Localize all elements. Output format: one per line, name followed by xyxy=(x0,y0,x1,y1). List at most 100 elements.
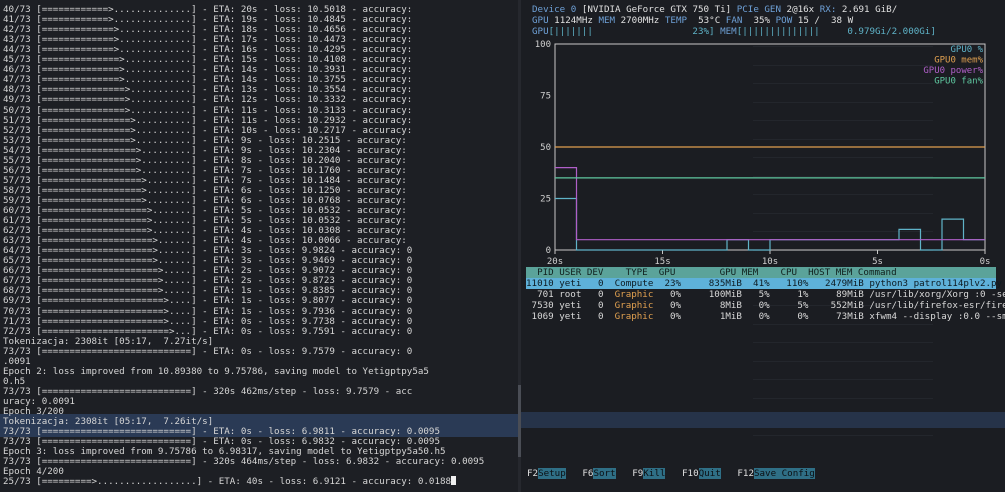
temp-label: TEMP xyxy=(664,15,688,26)
legend-entry: GPU0 mem% xyxy=(934,56,983,66)
process-host-mem: 2479MiB xyxy=(825,278,864,289)
process-command: /usr/lib/xorg/Xorg :0 -seat s xyxy=(869,289,1005,300)
device-name: [NVIDIA GeForce GTX 750 Ti] xyxy=(581,4,732,15)
fkey-sort[interactable]: F6Sort xyxy=(582,468,616,479)
fkey-key: F10 xyxy=(682,468,699,479)
fan-label: FAN xyxy=(725,15,743,26)
fan-value: 35% xyxy=(753,15,771,26)
process-gpu-mem_pct: 41% xyxy=(753,278,770,289)
device-line: Device 0 [NVIDIA GeForce GTX 750 Ti] PCI… xyxy=(532,4,897,15)
process-dev: 0 xyxy=(598,289,604,300)
process-table-header[interactable]: PID USER DEV TYPE GPU GPU MEM CPU HOST M… xyxy=(526,267,996,278)
process-gpu: 0% xyxy=(670,289,682,300)
x-tick-label: 10s xyxy=(762,257,778,266)
process-dev: 0 xyxy=(597,278,604,289)
process-gpu-mem: 8MiB xyxy=(719,300,742,311)
process-cpu: 1% xyxy=(797,289,809,300)
process-gpu-mem_pct: 5% xyxy=(758,289,770,300)
process-user: yeti xyxy=(559,300,582,311)
process-pid: 11010 xyxy=(526,278,554,289)
terminal-line: 73/73 [===========================] - 32… xyxy=(3,456,485,468)
ghost-row xyxy=(753,434,933,436)
terminal-line: 25/73 [=========>..................] - E… xyxy=(3,476,457,487)
fkey-label: Quit xyxy=(698,468,721,479)
fkey-label: Kill xyxy=(643,468,666,479)
fkey-setup[interactable]: F2Setup xyxy=(527,468,566,479)
temp-value: 53°C xyxy=(698,15,721,26)
fkey-label: Save Config xyxy=(753,468,815,479)
fkey-key: F2 xyxy=(527,468,539,479)
process-command: /usr/lib/firefox-esr/firefox- xyxy=(869,300,1005,311)
x-tick-label: 20s xyxy=(547,257,563,266)
rx-label: RX: xyxy=(819,4,837,15)
process-gpu-mem_pct: 0% xyxy=(758,311,770,322)
process-gpu: 0% xyxy=(670,300,682,311)
process-user: yeti xyxy=(559,278,582,289)
stats-line: GPU 1124MHz MEM 2700MHz TEMP 53°C FAN 35… xyxy=(532,15,853,26)
fkey-kill[interactable]: F9Kill xyxy=(632,468,666,479)
power-label: POW xyxy=(775,15,793,26)
process-pid: 1069 xyxy=(531,311,554,322)
y-tick-label: 100 xyxy=(535,40,551,50)
process-host-mem: 552MiB xyxy=(830,300,864,311)
ghost-selected-row xyxy=(521,412,1005,428)
process-row[interactable]: 701 root 0 Graphic 0% 100MiB 5% 1% 89MiB… xyxy=(526,289,1005,300)
process-cpu: 0% xyxy=(797,311,809,322)
ghost-row xyxy=(753,379,933,380)
process-gpu-mem: 100MiB xyxy=(708,289,742,300)
terminal-line: 73/73 [===========================] - ET… xyxy=(3,345,413,357)
fkey-label: Sort xyxy=(593,468,616,479)
process-gpu: 0% xyxy=(670,311,682,322)
process-user: yeti xyxy=(559,311,582,322)
training-terminal[interactable]: 40/73 [============>..............] - ET… xyxy=(0,0,518,492)
process-gpu-mem_pct: 0% xyxy=(758,300,770,311)
rx-value: 2.691 GiB/ xyxy=(841,4,898,15)
process-type: Graphic xyxy=(614,289,654,300)
ghost-row xyxy=(753,397,933,399)
x-tick-label: 0s xyxy=(980,257,991,266)
fkey-key: F12 xyxy=(737,468,754,479)
ghost-row xyxy=(753,323,933,325)
process-type: Graphic xyxy=(614,300,654,311)
process-dev: 0 xyxy=(598,300,604,311)
y-tick-label: 25 xyxy=(540,195,551,205)
series-line-0 xyxy=(555,197,985,251)
function-key-bar: F2Setup F6Sort F9Kill F10Quit F12Save Co… xyxy=(527,468,815,479)
nvtop-terminal[interactable]: Device 0 [NVIDIA GeForce GTX 750 Ti] PCI… xyxy=(521,0,1005,492)
process-cpu: 5% xyxy=(797,300,809,311)
y-tick-label: 50 xyxy=(540,143,551,153)
process-command: xfwm4 --display :0.0 --sm-cli xyxy=(869,311,1005,322)
y-tick-label: 75 xyxy=(540,92,551,102)
process-gpu: 23% xyxy=(664,278,682,289)
fkey-label: Setup xyxy=(538,468,566,479)
x-tick-label: 15s xyxy=(654,257,670,266)
fkey-key: F6 xyxy=(582,468,594,479)
device-label: Device 0 xyxy=(532,4,577,15)
gpu-clock-value: 1124MHz xyxy=(554,15,593,26)
process-row[interactable]: 11010 yeti 0 Compute 23% 835MiB 41% 110%… xyxy=(526,278,1002,289)
gpu-history-chart: 100 75 50 25 0 20s 15s 10s 5s 0s GPU0 % GPU0 mem% GP… xyxy=(533,36,993,267)
mem-clock-label: MEM xyxy=(598,15,616,26)
gpu-history-svg: 100755025020s 15s 10s 5s 0sGPU0 %GPU0 mem%GP… xyxy=(535,40,991,267)
legend-entry: GPU0 fan% xyxy=(934,77,983,87)
terminal-line: Epoch 2: loss improved from 10.89380 to … xyxy=(3,365,429,377)
fkey-save-config[interactable]: F12Save Config xyxy=(737,468,815,479)
process-gpu-mem: 835MiB xyxy=(708,278,742,289)
legend-entry: GPU0 power% xyxy=(923,66,983,76)
process-row[interactable]: 7530 yeti 0 Graphic 0% 8MiB 0% 5% 552MiB… xyxy=(526,300,1005,311)
legend-entry: GPU0 % xyxy=(950,45,983,55)
gpu-clock-label: GPU xyxy=(532,15,549,26)
process-type: Graphic xyxy=(614,311,654,322)
text-cursor xyxy=(451,476,457,486)
pcie-value: 2@16x xyxy=(786,4,815,15)
x-tick-label: 5s xyxy=(872,257,883,266)
process-pid: 7530 xyxy=(531,300,554,311)
process-row[interactable]: 1069 yeti 0 Graphic 0% 1MiB 0% 0% 73MiB … xyxy=(526,311,1005,322)
ghost-row xyxy=(753,342,933,343)
process-cpu: 110% xyxy=(786,278,809,289)
process-host-mem: 89MiB xyxy=(836,289,864,300)
pcie-label: PCIe GEN xyxy=(736,4,781,15)
fkey-key: F9 xyxy=(632,468,644,479)
process-command: python3 patrol114plv2.py xyxy=(869,278,1003,289)
fkey-quit[interactable]: F10Quit xyxy=(682,468,721,479)
